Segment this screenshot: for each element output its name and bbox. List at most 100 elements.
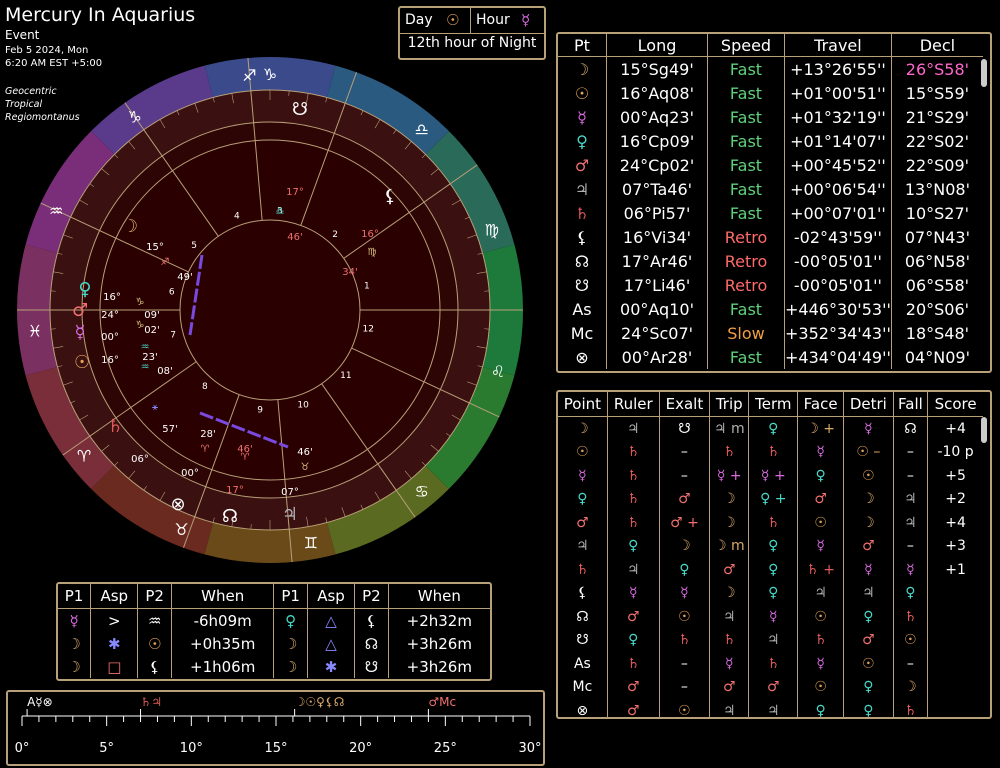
aspect-cell: ⚸ (354, 608, 389, 632)
dignity-cell: ♃ (893, 487, 929, 511)
aspect-cell: +3h26m (406, 634, 472, 653)
col-p2: P2 (354, 584, 389, 609)
strip-tick-label: 25° (434, 741, 457, 756)
longitude: 00°Aq23' (606, 105, 708, 129)
table-row[interactable]: ♂ ♄ ♂ + ☽ ♄ ☉ ☽ ♃ +4 (558, 511, 983, 535)
sun-icon: ☉ (446, 11, 460, 29)
longitude: 16°Cp09' (606, 129, 708, 153)
dignity-cell: ♂ (607, 675, 660, 699)
dignity-cell: ☉ (659, 605, 711, 629)
dignity-cell: ♂ (843, 628, 894, 652)
zodiac-sign-glyph: ♓ (28, 322, 42, 341)
table-row[interactable]: ☽ □ ⚸ +1h06m ☽ ✱ ☋ +3h26m (58, 655, 490, 678)
dignity-cell: ☉ (843, 464, 894, 488)
dignity-cell: ♄ (659, 628, 711, 652)
planet-glyph: As (558, 297, 607, 321)
dignity-cell: ☽ (709, 511, 750, 535)
dignity-cell: ☽ (558, 416, 608, 441)
planet-label: ♀ (78, 279, 91, 300)
table-row[interactable]: ⚸ 16°Vi34' Retro -02°43'59'' 07°N43' (558, 225, 983, 249)
dignity-cell: ☉ (558, 440, 608, 464)
dignity-cell: ☿ (797, 652, 845, 676)
col-travel: Travel (784, 34, 892, 57)
table-row[interactable]: ♂ 24°Cp02' Fast +00°45'52'' 22°S09' (558, 153, 983, 177)
dignity-cell: Mc (558, 675, 608, 699)
table-row[interactable]: ♀ 16°Cp09' Fast +01°14'07'' 22°S02' (558, 129, 983, 153)
dignity-cell: ☿ (558, 464, 608, 488)
table-row[interactable]: ♃ ♀ ☽ ☽ m ♀ ☿ ♂ – +3 (558, 534, 983, 558)
table-row[interactable]: As ♄ – ☿ ♄ ☿ ☉ – (558, 652, 983, 676)
dignity-cell: As (558, 652, 608, 676)
zodiac-sign-glyph: ♍ (485, 220, 499, 239)
dignity-cell: ♂ (843, 534, 894, 558)
table-row[interactable]: ⊗ ♂ ☉ ♃ ♃ ♀ ♀ ♄ (558, 699, 983, 717)
table-row[interactable]: ☽ ✱ ☉ +0h35m ☽ △ ☊ +3h26m (58, 632, 490, 655)
table-row[interactable]: ♄ ♃ ♀ ♂ ♀ ♄ + ☿ ☿ +1 (558, 558, 983, 582)
table-row[interactable]: ☉ ♄ – ♄ ♄ ☿ ☉ – – -10 p (558, 440, 983, 464)
table-row[interactable]: ☉ 16°Aq08' Fast +01°00'51'' 15°S59' (558, 81, 983, 105)
dignity-cell: +3 (945, 538, 966, 555)
dignity-cell: ☿ (607, 581, 660, 605)
table-row[interactable]: ♃ 07°Ta46' Fast +00°06'54'' 13°N08' (558, 177, 983, 201)
planet-label: ⊗ (170, 494, 185, 515)
table-row[interactable]: ⊗ 00°Ar28' Fast +434°04'49'' 04°N09' (558, 345, 983, 369)
table-row[interactable]: Mc ♂ – ♂ ♂ ☉ ♀ ☽ (558, 675, 983, 699)
planet-label: ♈ (201, 444, 210, 455)
dignity-cell: – (659, 675, 711, 699)
house-number: 5 (191, 241, 197, 251)
zodiac-sign-glyph: ♊ (304, 533, 318, 552)
table-row[interactable]: ☽ 15°Sg49' Fast +13°26'55'' 26°S58' (558, 56, 983, 81)
aspect-cell: +3h26m (406, 657, 472, 676)
dignity-cell: ☋ (659, 416, 711, 441)
dignity-cell: ☿ (659, 581, 711, 605)
dignity-cell: ♄ (607, 511, 660, 535)
table-row[interactable]: ☋ ♀ ♄ ♄ ♃ ♄ ♂ ☉ (558, 628, 983, 652)
table-row[interactable]: ☿ 00°Aq23' Fast +01°32'19'' 21°S29' (558, 105, 983, 129)
table-row[interactable]: ☿ ♄ – ☿ + ☿ + ♀ ☉ – +5 (558, 464, 983, 488)
dignity-cell: +2 (945, 491, 966, 508)
aspect-cell: ♒ (137, 608, 172, 632)
col-asp: Asp (307, 584, 356, 609)
dignity-cell: ♀ (558, 487, 608, 511)
dignity-cell: ♄ (709, 628, 750, 652)
dignity-cell: ☽ (893, 675, 929, 699)
table-row[interactable]: ☊ ♂ ☉ ♃ ☿ ☉ ♀ ♄ (558, 605, 983, 629)
table-row[interactable]: ☋ 17°Li46' Retro -00°05'01'' 06°S58' (558, 273, 983, 297)
dignity-cell: ♄ (709, 440, 750, 464)
dignity-cell: ♀ (797, 464, 845, 488)
dignities-table-scrollbar[interactable] (981, 417, 987, 443)
chart-wheel: 123456789101112♑♎♍♌♋♊♉♈♓♒♑♐☽15°♐49'♀ 16° ♑… (17, 57, 523, 563)
col-p1: P1 (273, 584, 308, 609)
col-ruler: Ruler (607, 392, 660, 417)
declination: 04°N09' (904, 347, 970, 367)
planet-positions-table: Pt Long Speed Travel Decl ☽ 15°Sg49' Fast +… (556, 32, 992, 373)
planet-label: ☊ (222, 506, 238, 527)
dignity-cell: ♂ (558, 511, 608, 535)
dignity-cell: ☉ – (843, 440, 894, 464)
planet-table-scrollbar[interactable] (981, 59, 987, 87)
aspect-cell: ☉ (137, 632, 172, 655)
table-row[interactable]: ⚸ ☿ ☿ ☽ ♀ ♃ ♃ ♀ (558, 581, 983, 605)
chart-subtitle: Event (5, 28, 40, 42)
col-when: When (388, 584, 490, 609)
table-row[interactable]: ☽ ♃ ☋ ♃ m ♀ ☽ + ☿ ☊ +4 (558, 416, 983, 441)
daily-travel: +01°14'07'' (784, 129, 892, 153)
table-row[interactable]: ♄ 06°Pi57' Fast +00°07'01'' 10°S27' (558, 201, 983, 225)
planet-label: 16° (103, 292, 121, 303)
longitude: 06°Pi57' (606, 201, 708, 225)
table-row[interactable]: ♀ ♄ ♂ ☽ ♀ + ♂ ☽ ♃ +2 (558, 487, 983, 511)
table-row[interactable]: As 00°Aq10' Fast +446°30'53'' 20°S06' (558, 297, 983, 321)
daily-travel: +352°34'43'' (784, 321, 892, 345)
planet-label: 15° (146, 242, 164, 253)
longitude: 17°Li46' (606, 273, 708, 297)
table-row[interactable]: ☊ 17°Ar46' Retro -00°05'01'' 06°N58' (558, 249, 983, 273)
house-number: 7 (170, 331, 176, 341)
col-speed: Speed (707, 34, 785, 57)
dignity-cell: +4 (945, 420, 966, 437)
strip-tick-label: 30° (518, 741, 541, 756)
planet-label: 09' (144, 310, 159, 321)
speed-status: Fast (707, 297, 785, 321)
declination: 18°S48' (905, 323, 970, 343)
table-row[interactable]: Mc 24°Sc07' Slow +352°34'43'' 18°S48' (558, 321, 983, 345)
table-row[interactable]: ☿ > ♒ -6h09m ♀ △ ⚸ +2h32m (58, 608, 490, 632)
